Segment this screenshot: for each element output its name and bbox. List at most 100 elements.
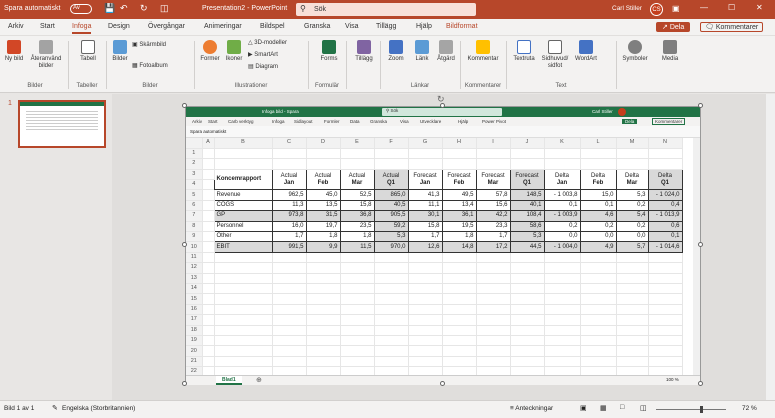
vertical-scrollbar[interactable] — [766, 94, 775, 400]
zoom-slider[interactable] — [656, 409, 726, 410]
row-label: Personnel — [213, 220, 273, 233]
tab-bildformat[interactable]: Bildformat — [446, 23, 478, 30]
grid-cell — [510, 325, 545, 336]
value-cell: 970,0 — [373, 241, 409, 253]
grid-cell — [306, 283, 341, 295]
tab-start[interactable]: Start — [40, 23, 55, 30]
search-box[interactable]: ⚲ Sök — [296, 3, 476, 16]
3d-models-button[interactable]: △ 3D-modeller — [248, 40, 298, 47]
maximize-icon[interactable]: ☐ — [728, 3, 735, 12]
slide-sorter-icon[interactable]: ▦ — [600, 404, 607, 412]
column-title: Delta Q1 — [647, 168, 683, 191]
icons-button[interactable]: Ikoner — [222, 40, 246, 63]
grid-cell — [202, 273, 215, 285]
tab-arkiv[interactable]: Arkiv — [8, 23, 24, 30]
grid-cell — [340, 293, 375, 305]
header-footer-button[interactable]: Sidhuvud/ sidfot — [538, 40, 572, 70]
addins-button[interactable]: Tillägg — [350, 40, 378, 63]
reading-view-icon[interactable]: □ — [620, 404, 624, 411]
column-title: Delta Mar — [615, 168, 649, 191]
grid-cell — [272, 335, 307, 347]
grid-cell — [272, 273, 307, 285]
value-cell: 15,8 — [407, 220, 443, 233]
grid-cell — [616, 273, 649, 285]
grid-cell — [272, 262, 307, 274]
grid-cell — [214, 262, 273, 274]
grid-cell — [476, 304, 511, 316]
chart-button[interactable]: ▤ Diagram — [248, 64, 298, 71]
grid-cell — [648, 148, 683, 160]
row-header: 18 — [186, 325, 203, 336]
save-icon[interactable]: 💾 — [104, 3, 115, 14]
notes-button[interactable]: ≡ Anteckningar — [510, 405, 553, 412]
symbols-button[interactable]: Symboler — [620, 40, 650, 63]
wordart-button[interactable]: WordArt — [572, 40, 600, 63]
value-cell: - 1 003,8 — [543, 189, 581, 201]
table-button[interactable]: Tabell — [74, 40, 102, 63]
normal-view-icon[interactable]: ▣ — [580, 404, 587, 412]
comments-button[interactable]: 🗨 Kommentarer — [700, 22, 764, 32]
screenshot-button[interactable]: ▣ Skärmbild — [132, 42, 188, 49]
grid-cell — [272, 325, 307, 336]
tab-animeringar[interactable]: Animeringar — [204, 23, 242, 30]
zoom-button[interactable]: Zoom — [384, 40, 408, 63]
autosave-toggle[interactable]: Av — [70, 4, 92, 14]
header-footer-icon — [548, 40, 562, 54]
tab-bildspel[interactable]: Bildspel — [260, 23, 285, 30]
row-header: 13 — [186, 273, 203, 285]
new-slide-button[interactable]: Ny bild — [4, 40, 24, 63]
grid-cell — [580, 335, 617, 347]
undo-icon[interactable]: ↶ — [120, 3, 128, 14]
present-icon[interactable]: ◫ — [160, 3, 169, 14]
grid-cell — [408, 304, 443, 316]
avatar[interactable]: CS — [650, 3, 663, 16]
tab-visa[interactable]: Visa — [345, 23, 359, 30]
tab-hjalp[interactable]: Hjälp — [416, 23, 432, 30]
grid-cell — [648, 158, 683, 170]
slideshow-icon[interactable]: ◫ — [640, 404, 647, 412]
media-button[interactable]: Media — [656, 40, 684, 63]
share-button[interactable]: ↗ Dela — [656, 22, 691, 32]
close-icon[interactable]: ✕ — [756, 3, 763, 12]
pictures-button[interactable]: Bilder — [110, 40, 130, 63]
zoom-slider-thumb[interactable] — [700, 406, 703, 413]
comment-button[interactable]: Kommentar — [464, 40, 502, 63]
value-cell: 4,9 — [579, 241, 617, 253]
row-header: 11 — [186, 252, 203, 264]
photo-album-button[interactable]: ▦ Fotoalbum — [132, 63, 188, 70]
minimize-icon[interactable]: — — [700, 3, 708, 12]
grid-cell — [442, 158, 477, 170]
rotate-handle-icon[interactable]: ↻ — [437, 94, 445, 105]
forms-button[interactable]: Forms — [314, 40, 344, 63]
spellcheck-icon[interactable]: ✎ — [52, 404, 58, 412]
language[interactable]: Engelska (Storbritannien) — [62, 405, 135, 412]
zoom-level[interactable]: 72 % — [742, 405, 757, 412]
value-cell: 962,5 — [271, 189, 307, 201]
tab-infoga[interactable]: Infoga — [72, 23, 92, 34]
slide-thumbnail[interactable] — [18, 100, 106, 148]
ribbon-options-icon[interactable]: ▣ — [672, 4, 680, 13]
tab-tillagg[interactable]: Tillägg — [376, 23, 396, 30]
reuse-slides-button[interactable]: Återanvänd bilder — [26, 40, 66, 70]
tab-granska[interactable]: Granska — [304, 23, 330, 30]
grid-cell — [202, 200, 215, 212]
value-cell: 5,4 — [615, 210, 649, 222]
value-cell: 23,5 — [339, 220, 375, 233]
tab-overgangar[interactable]: Övergångar — [148, 23, 185, 30]
column-header: C — [272, 138, 307, 149]
forms-icon — [322, 40, 336, 54]
shapes-button[interactable]: Former — [198, 40, 222, 63]
table-row: 2 — [186, 158, 683, 170]
column-title: Delta Feb — [579, 168, 617, 191]
action-button[interactable]: Åtgärd — [434, 40, 458, 63]
smartart-button[interactable]: ▶ SmartArt — [248, 52, 298, 59]
column-header: K — [544, 138, 581, 149]
redo-icon[interactable]: ↻ — [140, 3, 148, 14]
link-button[interactable]: Länk — [410, 40, 434, 63]
reuse-slides-icon — [39, 40, 53, 54]
slide-picture[interactable]: Infoga bild - Spara ⚲ Sök Carl Stiller A… — [185, 106, 701, 385]
tab-design[interactable]: Design — [108, 23, 130, 30]
textbox-button[interactable]: Textruta — [510, 40, 538, 63]
grid-cell — [648, 314, 683, 326]
row-label: GP — [213, 210, 273, 222]
